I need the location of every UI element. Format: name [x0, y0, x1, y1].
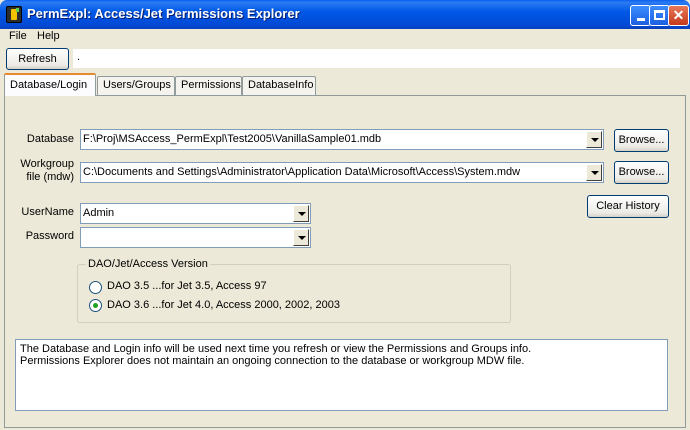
- password-combo[interactable]: [80, 227, 311, 248]
- form-area: Database F:\Proj\MSAccess_PermExpl\Test2…: [0, 0, 690, 430]
- browse-workgroup-button[interactable]: Browse...: [614, 161, 669, 184]
- browse-database-button[interactable]: Browse...: [614, 129, 669, 152]
- database-dropdown-button[interactable]: [586, 131, 602, 148]
- password-dropdown-button[interactable]: [293, 229, 309, 246]
- radio-dao36-label[interactable]: DAO 3.6 ...for Jet 4.0, Access 2000, 200…: [107, 299, 340, 311]
- username-value: Admin: [83, 207, 115, 219]
- version-groupbox: [77, 264, 511, 323]
- username-dropdown-button[interactable]: [293, 205, 309, 222]
- workgroup-label-line2: file (mdw): [26, 171, 74, 183]
- info-line-2: Permissions Explorer does not maintain a…: [20, 355, 525, 367]
- app-window: PermExpl: Access/Jet Permissions Explore…: [0, 0, 690, 430]
- workgroup-label-line1: Workgroup: [20, 158, 74, 170]
- radio-dao35[interactable]: [89, 281, 102, 294]
- workgroup-combo[interactable]: C:\Documents and Settings\Administrator\…: [80, 162, 604, 183]
- database-value: F:\Proj\MSAccess_PermExpl\Test2005\Vanil…: [83, 133, 382, 145]
- info-textbox[interactable]: The Database and Login info will be used…: [15, 339, 668, 411]
- username-label: UserName: [21, 206, 74, 218]
- workgroup-value: C:\Documents and Settings\Administrator\…: [83, 166, 521, 178]
- clear-history-button[interactable]: Clear History: [587, 195, 669, 218]
- chevron-down-icon: [298, 212, 306, 216]
- radio-dao36[interactable]: [89, 299, 102, 312]
- username-combo[interactable]: Admin: [80, 203, 311, 224]
- chevron-down-icon: [591, 171, 599, 175]
- database-combo[interactable]: F:\Proj\MSAccess_PermExpl\Test2005\Vanil…: [80, 129, 604, 150]
- info-line-1: The Database and Login info will be used…: [20, 343, 532, 355]
- version-group-title: DAO/Jet/Access Version: [86, 258, 210, 270]
- chevron-down-icon: [298, 236, 306, 240]
- database-label: Database: [26, 133, 74, 145]
- workgroup-label: Workgroup file (mdw): [14, 158, 74, 184]
- radio-dao35-label[interactable]: DAO 3.5 ...for Jet 3.5, Access 97: [107, 280, 267, 292]
- chevron-down-icon: [591, 138, 599, 142]
- workgroup-dropdown-button[interactable]: [586, 164, 602, 181]
- password-label: Password: [25, 230, 74, 242]
